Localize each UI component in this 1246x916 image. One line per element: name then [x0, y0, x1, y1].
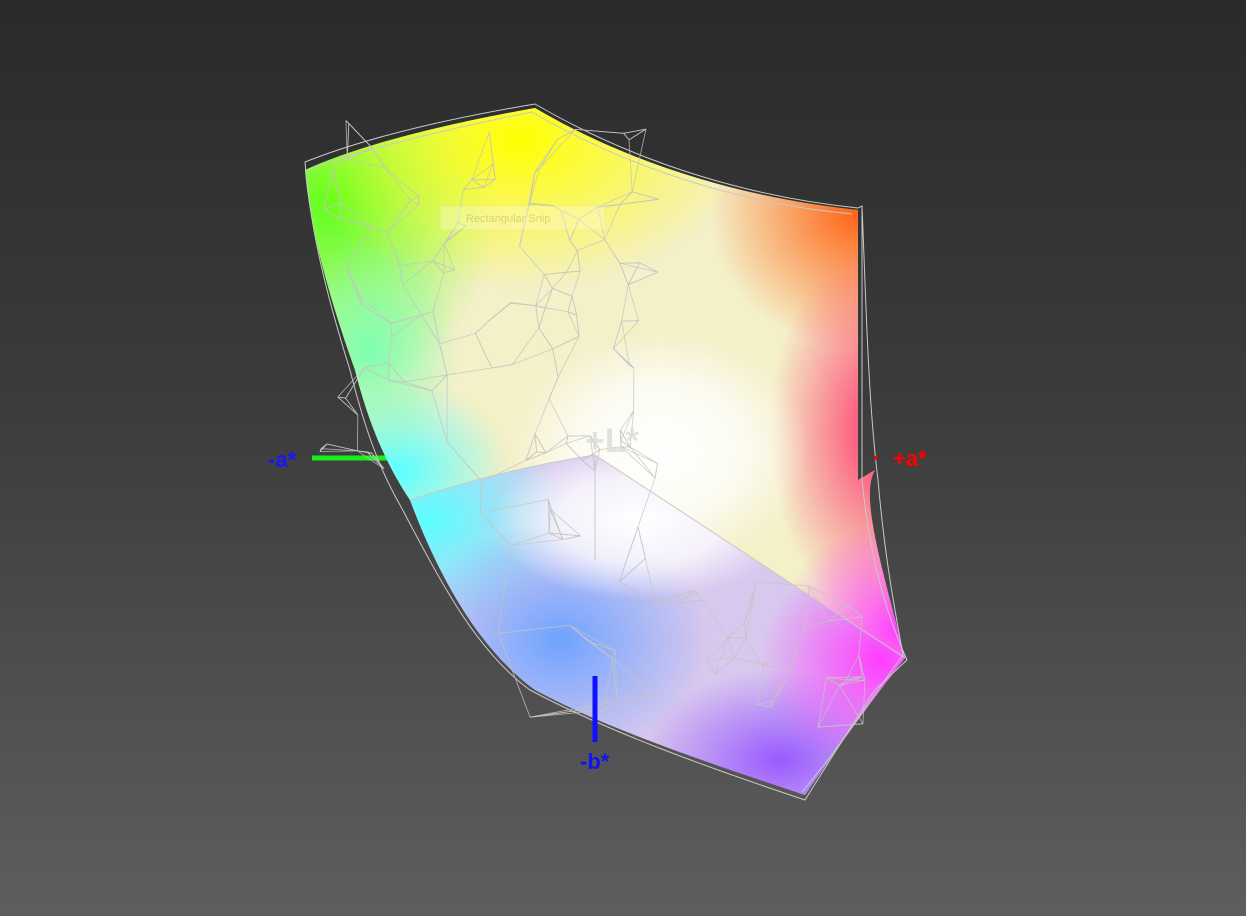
pos-l-axis-label: +L*	[585, 422, 640, 460]
mesh-edge	[337, 396, 359, 416]
mesh-edge	[575, 129, 624, 134]
mesh-edge	[623, 133, 630, 141]
mesh-edge	[345, 120, 348, 160]
mesh-edge	[348, 123, 373, 149]
mesh-edge	[621, 320, 639, 322]
mesh-edge	[345, 397, 359, 416]
pos-a-axis-marker	[874, 456, 877, 460]
neg-a-axis-label: -a*	[268, 447, 297, 472]
mesh-edge	[319, 443, 328, 452]
pos-a-axis-label: +a*	[893, 446, 927, 471]
gamut-3d-view[interactable]: Rectangular Snip -a* +a* -b* +L*	[0, 0, 1246, 916]
mesh-edge	[319, 450, 358, 452]
neg-b-axis-label: -b*	[580, 749, 610, 774]
overlay-snip-badge: Rectangular Snip	[439, 205, 606, 231]
overlay-snip-text: Rectangular Snip	[466, 213, 550, 225]
